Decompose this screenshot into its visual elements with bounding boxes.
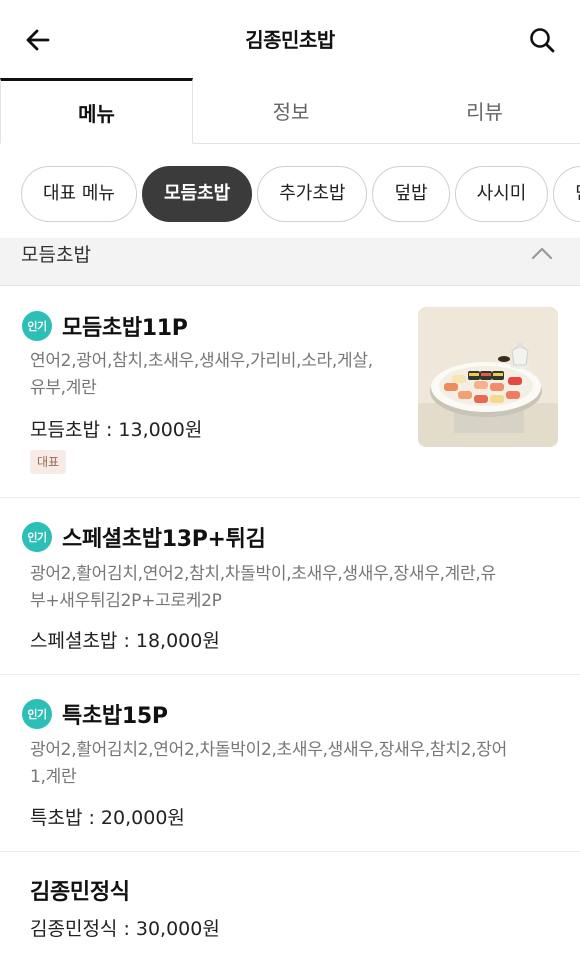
section-header[interactable]: 모듬초밥 (0, 238, 580, 286)
menu-item-price: 특초밥 : 20,000원 (30, 807, 185, 829)
menu-item-price: 김종민정식 : 30,000원 (30, 918, 220, 940)
menu-item[interactable]: 인기 특초밥15P 광어2,활어김치2,연어2,차돌박이2,초새우,생새우,장새… (0, 675, 580, 852)
popular-badge: 인기 (22, 311, 52, 341)
menu-item-description: 광어2,활어김치2,연어2,차돌박이2,초새우,생새우,장새우,참치2,장어 1… (30, 740, 507, 787)
tab-info[interactable]: 정보 (193, 78, 389, 143)
menu-item-price: 모듬초밥 : 13,000원 (30, 419, 203, 441)
menu-item[interactable]: 인기 스페셜초밥13P+튀김 광어2,활어김치,연어2,참치,차돌박이,초새우,… (0, 498, 580, 675)
menu-item-price: 스페셜초밥 : 18,000원 (30, 630, 220, 652)
menu-item-description: 광어2,활어김치,연어2,참치,차돌박이,초새우,생새우,장새우,계란,유 부+… (30, 564, 496, 611)
chip-extra-sushi[interactable]: 추가초밥 (257, 166, 368, 222)
tab-bar: 메뉴 정보 리뷰 (0, 78, 580, 144)
tab-menu[interactable]: 메뉴 (0, 78, 193, 144)
popular-badge: 인기 (22, 699, 52, 729)
app-header: 김종민초밥 (0, 0, 580, 78)
menu-item-name: 김종민정식 (30, 880, 130, 905)
chip-sashimi[interactable]: 사시미 (454, 166, 549, 222)
chip-assorted-sushi[interactable]: 모듬초밥 (141, 166, 253, 222)
representative-tag: 대표 (30, 450, 67, 474)
menu-item-photo (418, 307, 558, 447)
chip-representative-menu[interactable]: 대표 메뉴 (21, 166, 137, 222)
menu-item[interactable]: 김종민정식 김종민정식 : 30,000원 (0, 852, 580, 965)
chip-rice-bowl[interactable]: 덮밥 (372, 166, 450, 222)
page-title: 김종민초밥 (245, 28, 335, 52)
category-chip-bar: 대표 메뉴모듬초밥추가초밥덮밥사시미단품 (0, 144, 580, 244)
menu-item[interactable]: 인기 모듬초밥11P 연어2,광어,참치,초새우,생새우,가리비,소라,게살, … (0, 286, 580, 498)
menu-item-name: 모듬초밥11P (62, 316, 188, 341)
chip-single-item[interactable]: 단품 (553, 166, 580, 222)
chevron-up-icon[interactable] (530, 244, 554, 262)
popular-badge: 인기 (22, 522, 52, 552)
section-title: 모듬초밥 (21, 244, 91, 266)
search-icon (530, 28, 555, 53)
tab-reviews[interactable]: 리뷰 (389, 78, 580, 143)
menu-item-name: 특초밥15P (62, 704, 168, 729)
menu-item-name: 스페셜초밥13P+튀김 (62, 527, 266, 552)
search-button[interactable] (524, 22, 560, 58)
menu-item-description: 연어2,광어,참치,초새우,생새우,가리비,소라,게살, 유부,계란 (30, 351, 373, 398)
